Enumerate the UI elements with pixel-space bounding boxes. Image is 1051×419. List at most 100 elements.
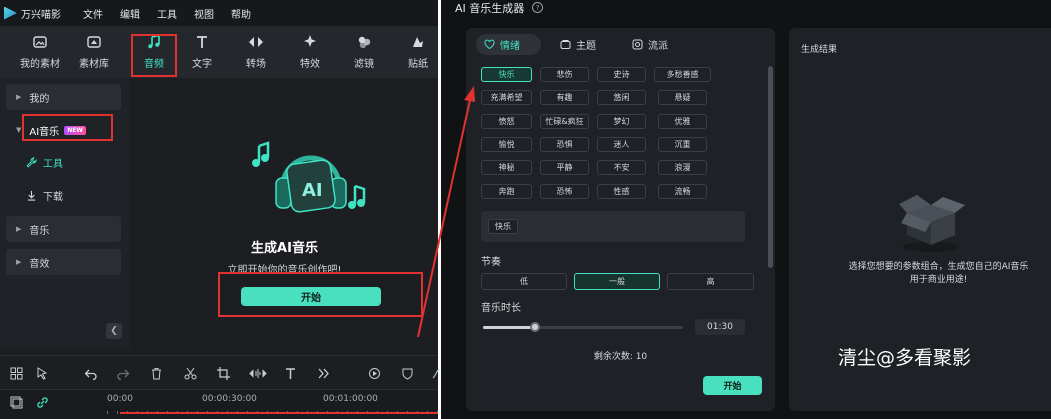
tool-label: 特效 [300,59,320,70]
help-icon[interactable]: ? [532,2,544,13]
tab-genre[interactable]: 流派 [624,34,676,55]
result-title: 生成结果 [801,45,838,55]
sidebar-item-label: 我的 [29,93,50,105]
sidebar-item-music[interactable]: ▶ 音乐 [6,216,121,242]
menu-edit[interactable]: 编辑 [120,6,140,21]
tab-label: 流派 [648,41,668,52]
mood-chip[interactable]: 愉悦 [481,137,532,152]
tool-effects[interactable]: 特效 [288,32,332,76]
tempo-high-button[interactable]: 高 [667,273,754,290]
sidebar-item-mine[interactable]: ▶ 我的 [6,84,121,110]
menu-file[interactable]: 文件 [83,6,103,21]
collapse-sidebar-button[interactable]: ❮ [106,323,122,339]
tool-label: 我的素材 [20,59,60,70]
tool-label: 贴纸 [408,59,428,70]
redo-icon[interactable] [115,365,131,381]
mood-chip[interactable]: 悠闲 [597,90,646,105]
mood-chip[interactable]: 史诗 [597,67,646,82]
delete-icon[interactable] [148,365,164,381]
add-track-icon[interactable] [8,394,24,410]
tool-transition[interactable]: 转场 [234,32,278,76]
menu-tools[interactable]: 工具 [157,6,177,21]
playhead-range [120,412,438,414]
tab-label: 情绪 [500,41,520,52]
crop-icon[interactable] [215,365,231,381]
tool-label: 滤镜 [354,59,374,70]
tab-theme[interactable]: 主题 [552,34,604,55]
undo-icon[interactable] [82,365,98,381]
generate-ai-music-title: 生成AI音乐 [251,241,318,256]
start-button[interactable]: 开始 [241,287,381,306]
mood-chip[interactable]: 悬疑 [658,90,707,105]
render-icon[interactable] [366,365,382,381]
filter-icon [356,32,372,52]
empty-box-icon [893,185,973,255]
annotation-highlight-ai-music [22,114,113,141]
duration-slider-handle[interactable] [530,322,540,332]
tool-text[interactable]: 文字 [180,32,224,76]
audio-adjust-icon[interactable] [248,365,268,381]
mood-chip[interactable]: 恐惧 [540,137,589,152]
ai-headphones-illustration: AI [245,120,375,225]
menu-view[interactable]: 视图 [194,6,214,21]
mood-chip[interactable]: 快乐 [481,67,532,82]
mood-chip[interactable]: 神秘 [481,160,532,175]
settings-scrollbar[interactable] [768,66,773,268]
sidebar-item-label: 音乐 [29,225,50,237]
tempo-medium-button[interactable]: 一般 [574,273,660,290]
tab-mood[interactable]: 情绪 [476,34,541,55]
selected-moods-box [481,211,745,242]
generator-title: AI 音乐生成器 [455,1,525,15]
layout-grid-icon[interactable] [8,365,24,381]
selected-mood-chip[interactable]: 快乐 [488,219,518,234]
mood-chip[interactable]: 浪漫 [658,160,707,175]
mood-chip[interactable]: 梦幻 [597,114,646,129]
effects-icon [302,32,318,52]
tool-filter[interactable]: 滤镜 [342,32,386,76]
mood-chip[interactable]: 充满希望 [481,90,532,105]
sidebar-sub-download[interactable]: 下载 [26,184,63,206]
mood-chip[interactable]: 性感 [597,184,646,199]
menu-help[interactable]: 帮助 [231,6,251,21]
sidebar-sub-label: 下载 [43,191,63,203]
mood-chip[interactable]: 奔跑 [481,184,532,199]
mood-chip[interactable]: 不安 [597,160,646,175]
annotation-highlight-audio [131,34,177,77]
watermark-text: 清尘@多看聚影 [838,347,972,369]
menu-bar: 万兴喵影 文件 编辑 工具 视图 帮助 [0,0,438,26]
mood-chip[interactable]: 忙碌&疯狂 [540,114,589,129]
tempo-low-button[interactable]: 低 [481,273,567,290]
duration-value[interactable]: 01:30 [695,319,745,335]
mood-chip[interactable]: 有趣 [540,90,589,105]
mood-chip[interactable]: 悲伤 [540,67,589,82]
timeline-ruler[interactable]: 00:00 00:00:30:00 00:01:00:00 [0,389,438,419]
mood-chip[interactable]: 愤怒 [481,114,532,129]
text-tool-icon[interactable] [283,365,299,381]
link-icon[interactable] [34,394,50,410]
tool-sticker[interactable]: 贴纸 [396,32,440,76]
generate-start-button[interactable]: 开始 [703,376,762,395]
mood-chip[interactable]: 沉重 [658,137,707,152]
mood-chip[interactable]: 优雅 [658,114,707,129]
sidebar-sub-tools[interactable]: 工具 [26,151,63,173]
mood-chip[interactable]: 平静 [540,160,589,175]
mood-chip[interactable]: 多愁善感 [654,67,711,82]
tool-label: 文字 [192,59,212,70]
chevron-down-icon: ▼ [16,126,22,134]
shield-icon[interactable] [399,365,415,381]
tool-library[interactable]: 素材库 [72,32,116,76]
select-cursor-icon[interactable] [34,365,50,381]
more-icon[interactable] [315,365,331,381]
mood-chip[interactable]: 恐怖 [540,184,589,199]
tool-my-media[interactable]: 我的素材 [18,32,62,76]
generator-tabs: 情绪 主题 流派 [474,34,764,56]
mood-chip[interactable]: 迷人 [597,137,646,152]
scissors-icon[interactable] [182,365,198,381]
time-tick: 00:00:30:00 [202,394,257,404]
mood-chip[interactable]: 流畅 [658,184,707,199]
library-icon [86,32,102,52]
sidebar-item-sound-effects[interactable]: ▶ 音效 [6,249,121,275]
heart-icon [484,39,495,50]
media-icon [32,32,48,52]
tool-label: 素材库 [79,59,109,70]
